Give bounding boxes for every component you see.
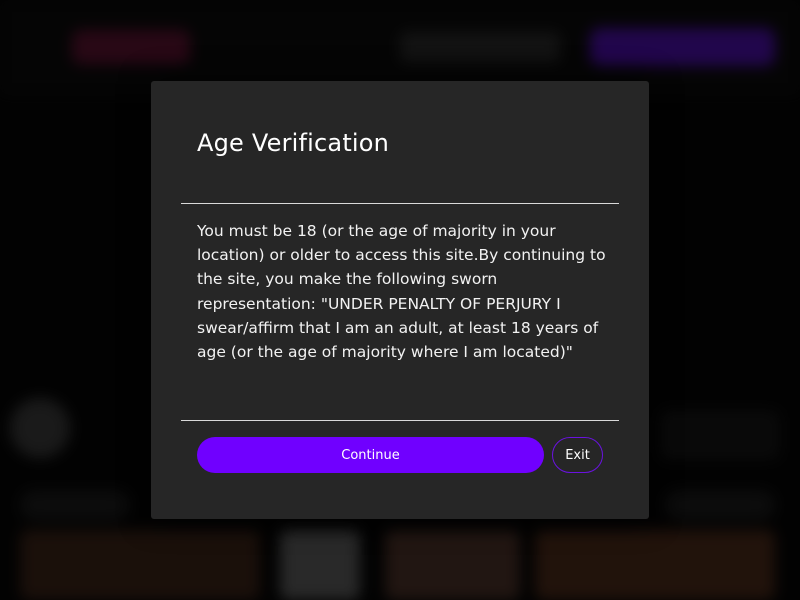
continue-button[interactable]: Continue bbox=[197, 437, 544, 473]
page: Age Verification You must be 18 (or the … bbox=[0, 0, 800, 600]
modal-body-text: You must be 18 (or the age of majority i… bbox=[197, 222, 606, 362]
footer-divider bbox=[181, 420, 619, 421]
exit-button[interactable]: Exit bbox=[552, 437, 603, 473]
modal-title: Age Verification bbox=[197, 129, 390, 157]
header-divider bbox=[181, 203, 619, 204]
age-verification-modal: Age Verification You must be 18 (or the … bbox=[151, 81, 649, 519]
